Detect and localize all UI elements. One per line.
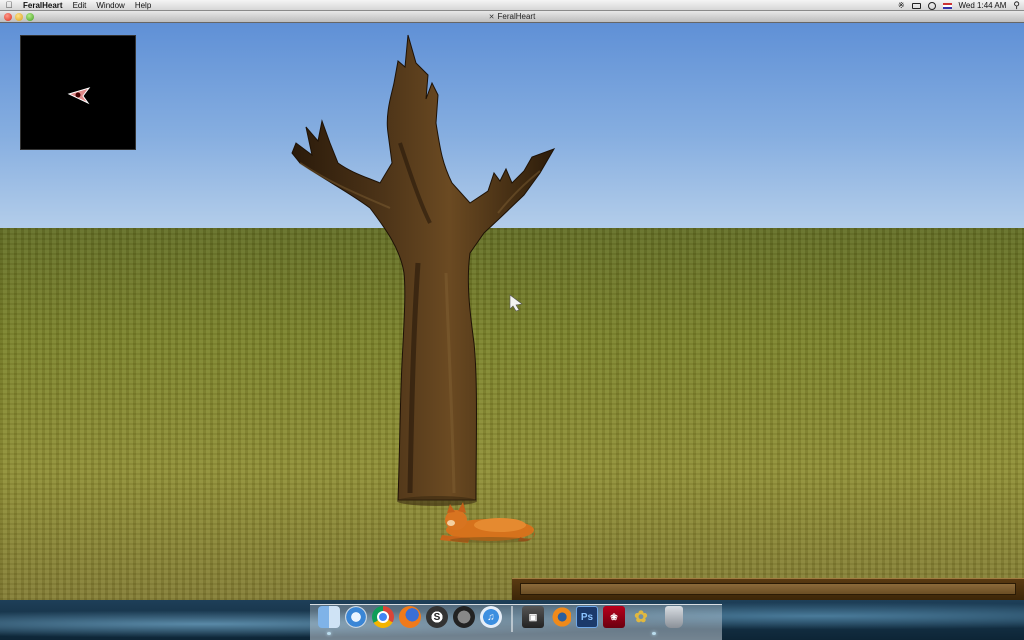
quicktime-icon[interactable] [453,606,475,628]
chat-bar [512,578,1024,600]
apple-menu-icon[interactable]:  [0,0,18,10]
trash-icon[interactable] [665,606,683,628]
rose-app-icon[interactable]: ❀ [603,606,625,628]
blender-icon[interactable] [549,606,571,628]
running-indicator [652,632,656,635]
x11-icon: ✕ [488,14,495,21]
window-titlebar: ✕ FeralHeart [0,11,1024,23]
menu-edit[interactable]: Edit [68,0,92,11]
feralheart-paw-icon[interactable]: ✿ [630,606,652,628]
chrome-icon[interactable] [372,606,394,628]
dead-tree[interactable] [291,34,556,506]
orange-cat-character[interactable] [440,502,536,543]
display-icon[interactable] [911,2,921,9]
skype-icon[interactable]: S [426,606,448,628]
spotlight-icon[interactable]: ⚲ [1013,0,1020,11]
photoshop-icon[interactable]: Ps [576,606,598,628]
flag-icon[interactable] [942,2,952,9]
minimap[interactable] [20,35,136,150]
firefox-icon[interactable] [399,606,421,628]
dock-icons: S ♫ ▣ Ps ❀ ✿ [318,606,683,632]
chat-input[interactable] [520,583,1016,595]
menu-app-name[interactable]: FeralHeart [18,0,68,11]
tool-icon[interactable]: ▣ [522,606,544,628]
menubar-clock[interactable]: Wed 1:44 AM [959,1,1007,10]
itunes-icon[interactable]: ♫ [480,606,502,628]
status-area: ※ Wed 1:44 AM ⚲ [898,0,1020,11]
time-machine-icon[interactable] [927,1,936,10]
mouse-cursor [509,294,523,312]
menu-help[interactable]: Help [130,0,156,11]
bluetooth-icon[interactable]: ※ [898,0,905,11]
menu-bar:  FeralHeart Edit Window Help ※ Wed 1:44… [0,0,1024,11]
running-indicator [327,632,331,635]
window-title-text: FeralHeart [497,12,536,21]
minimap-canvas [67,87,91,105]
finder-icon[interactable] [318,606,340,628]
menu-window[interactable]: Window [91,0,129,11]
player-marker-icon [67,87,91,105]
game-viewport[interactable] [0,23,1024,600]
scene-objects [291,34,556,543]
dock-separator [511,606,513,632]
safari-icon[interactable] [345,606,367,628]
